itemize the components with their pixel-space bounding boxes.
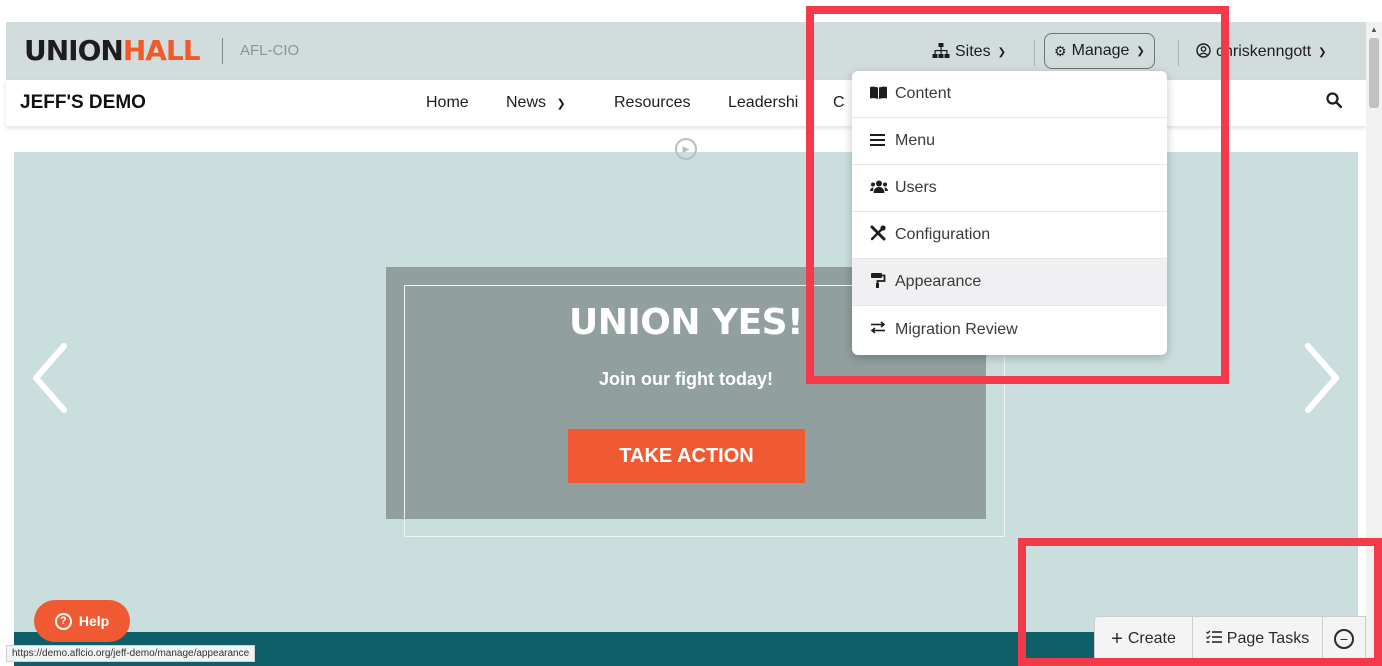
logo-divider bbox=[222, 38, 223, 64]
org-label: AFL-CIO bbox=[240, 42, 300, 59]
logo-union: UNION bbox=[24, 34, 124, 67]
slider-next-arrow-icon[interactable] bbox=[1302, 340, 1342, 421]
chevron-down-icon: ❯ bbox=[556, 98, 566, 110]
scroll-up-icon[interactable]: ▲ bbox=[1370, 25, 1378, 34]
nav-news-label: News bbox=[506, 94, 547, 111]
nav-item-leadership[interactable]: Leadershi bbox=[728, 94, 798, 112]
status-bar-url: https://demo.aflcio.org/jeff-demo/manage… bbox=[6, 645, 256, 662]
play-icon[interactable]: ▶ bbox=[675, 138, 697, 160]
nav-item-resources[interactable]: Resources bbox=[614, 94, 690, 112]
unionhall-logo[interactable]: UNIONHALL bbox=[24, 34, 201, 67]
help-label: Help bbox=[78, 613, 110, 629]
question-icon: ? bbox=[54, 612, 72, 630]
chevron-down-icon: ❯ bbox=[1318, 46, 1327, 58]
logo-hall: HALL bbox=[122, 34, 201, 67]
scrollbar-thumb[interactable] bbox=[1369, 38, 1379, 108]
username-label: chriskenngott bbox=[1216, 43, 1312, 60]
search-icon[interactable] bbox=[1326, 92, 1343, 113]
highlight-box-page-tasks bbox=[1018, 538, 1382, 666]
nav-item-home[interactable]: Home bbox=[426, 94, 469, 112]
take-action-button[interactable]: TAKE ACTION bbox=[568, 429, 805, 483]
site-title[interactable]: JEFF'S DEMO bbox=[20, 92, 146, 114]
highlight-box-manage-menu bbox=[806, 6, 1229, 384]
nav-item-news[interactable]: News ❯ bbox=[506, 94, 566, 112]
help-button[interactable]: ? Help bbox=[34, 600, 130, 642]
slider-prev-arrow-icon[interactable] bbox=[30, 340, 70, 421]
